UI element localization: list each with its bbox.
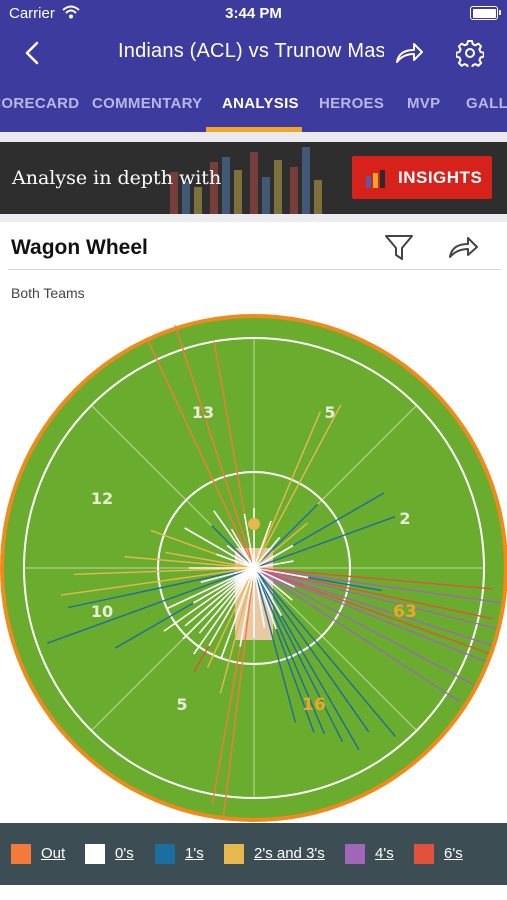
sector-label: 10 — [91, 602, 113, 621]
sector-label: 5 — [324, 403, 335, 422]
tab-scorecard[interactable]: SCORECARD — [0, 95, 79, 112]
section-gap — [0, 214, 507, 222]
match-title: Indians (ACL) vs Trunow Masters — [118, 40, 384, 62]
legend-swatch — [11, 844, 31, 864]
match-title-container: Indians (ACL) vs Trunow Masters — [118, 40, 384, 66]
legend-label: 4's — [375, 845, 394, 862]
tab-commentary[interactable]: COMMENTARY — [92, 95, 203, 112]
nav-bar: Indians (ACL) vs Trunow Masters — [0, 28, 507, 78]
share-icon[interactable] — [394, 40, 424, 66]
sector-label: 5 — [176, 695, 187, 714]
insights-button-label: INSIGHTS — [398, 168, 483, 187]
insights-button[interactable]: INSIGHTS — [352, 156, 492, 199]
legend: Out 0's 1's 2's and 3's 4's 6's — [0, 823, 507, 885]
wagon-wheel-chart: 13 5 2 63 16 5 10 12 — [0, 314, 507, 822]
tab-gallery[interactable]: GALLERY — [466, 95, 507, 112]
sector-label: 2 — [399, 509, 410, 528]
sector-label: 16 — [302, 695, 326, 715]
battery-icon — [470, 6, 501, 20]
back-chevron-icon[interactable] — [18, 38, 46, 68]
status-bar: Carrier 3:44 PM — [0, 0, 507, 28]
share-wagon-wheel-icon[interactable] — [447, 234, 479, 260]
legend-swatch — [414, 844, 434, 864]
tabs-spacer — [0, 132, 507, 142]
divider — [8, 269, 501, 270]
sector-label: 13 — [192, 403, 214, 422]
legend-label: 2's and 3's — [254, 845, 325, 862]
legend-swatch — [85, 844, 105, 864]
bottom-strip — [0, 885, 507, 900]
insights-logo-icon — [366, 170, 385, 188]
legend-label: 6's — [444, 845, 463, 862]
wagon-wheel-header: Wagon Wheel — [0, 222, 507, 272]
sector-label: 63 — [393, 602, 417, 622]
insights-banner-text: Analyse in depth with — [12, 167, 222, 189]
batsman-marker — [248, 518, 260, 530]
legend-swatch — [345, 844, 365, 864]
legend-swatch — [155, 844, 175, 864]
legend-label: Out — [41, 845, 66, 862]
clock: 3:44 PM — [225, 5, 282, 22]
tab-mvp[interactable]: MVP — [407, 95, 440, 112]
legend-label: 0's — [115, 845, 134, 862]
match-tabs: SCORECARD COMMENTARY ANALYSIS HEROES MVP… — [0, 78, 507, 132]
tab-analysis[interactable]: ANALYSIS — [222, 95, 299, 112]
tab-heroes[interactable]: HEROES — [319, 95, 384, 112]
teams-filter-label: Both Teams — [11, 285, 85, 301]
sector-label: 12 — [91, 489, 113, 508]
filter-icon[interactable] — [384, 232, 414, 262]
legend-label: 1's — [185, 845, 204, 862]
wagon-wheel-title: Wagon Wheel — [11, 236, 148, 259]
legend-swatch — [224, 844, 244, 864]
settings-gear-icon[interactable] — [456, 39, 484, 67]
